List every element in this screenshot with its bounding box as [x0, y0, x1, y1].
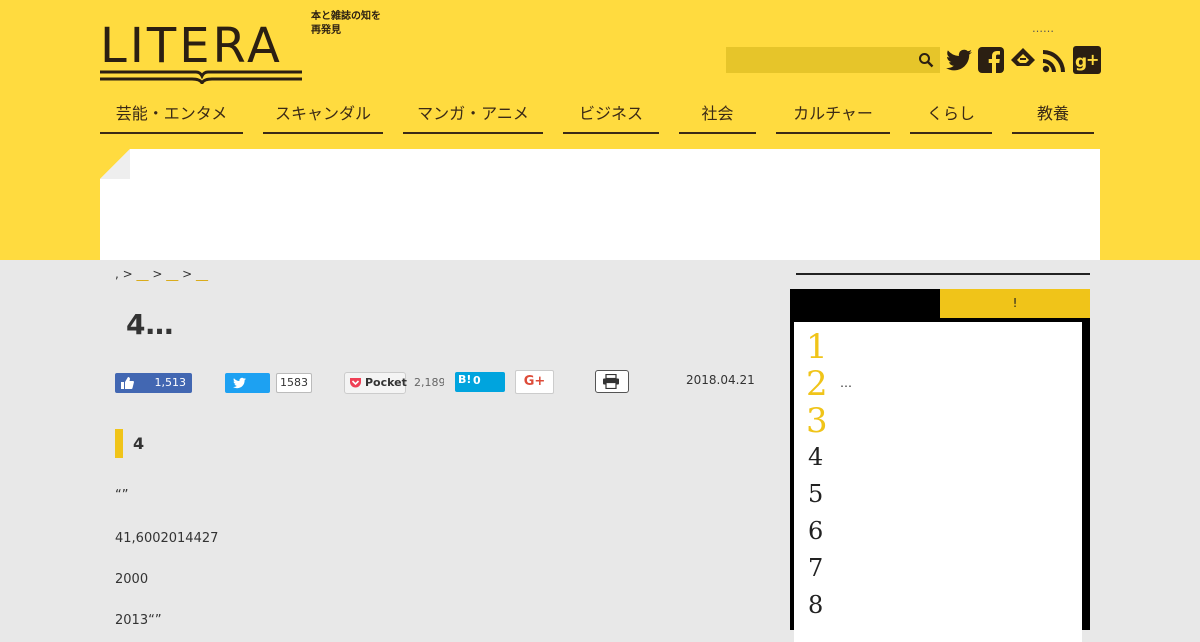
svg-text:+: + [1086, 50, 1099, 69]
article-paragraph: 41,6002014427 [115, 531, 219, 546]
sidebar-divider [796, 273, 1090, 275]
ranking-tab-primary[interactable] [790, 289, 940, 318]
printer-icon [603, 374, 619, 389]
article-paragraph: 2000 [115, 572, 149, 587]
rank-number: 5 [808, 480, 824, 508]
facebook-like-button[interactable]: 1,513 [115, 373, 192, 393]
publish-date: 2018.04.21 [686, 373, 755, 387]
rank-number: 7 [808, 554, 824, 582]
facebook-icon[interactable] [977, 46, 1005, 74]
breadcrumb-link[interactable]: __ [137, 267, 149, 281]
rank-number: 2 [806, 364, 828, 404]
search-input[interactable] [726, 47, 924, 73]
section-heading: 4 [115, 429, 144, 458]
ranking-tab-secondary[interactable]: ! [940, 289, 1090, 318]
google-plus-icon[interactable]: g + [1073, 46, 1101, 74]
article-paragraph: 2013“” [115, 613, 162, 628]
rank-number: 1 [806, 327, 828, 367]
feedly-icon[interactable] [1009, 46, 1037, 74]
article-paragraph: “” [115, 488, 129, 503]
pocket-icon [350, 378, 361, 388]
nav-item-scandal[interactable]: スキャンダル [263, 98, 383, 134]
hatena-bookmark-button[interactable]: B! 0 [455, 372, 505, 392]
rank-number: 8 [808, 591, 824, 619]
rank-number: 6 [808, 517, 824, 545]
rank-number: 4 [808, 443, 824, 471]
book-icon [100, 70, 302, 84]
breadcrumb: , > __ > __ > __ [115, 267, 208, 281]
logo-wordmark: LITERA [100, 18, 283, 74]
pocket-button[interactable]: Pocket [344, 372, 407, 394]
breadcrumb-link[interactable]: __ [196, 267, 208, 281]
search-box [726, 47, 940, 73]
hatena-count: 0 [473, 374, 481, 387]
header-links[interactable]: …… [1032, 22, 1054, 35]
thumbs-up-icon [121, 377, 134, 389]
nav-item-society[interactable]: 社会 [679, 98, 756, 134]
nav-item-lifestyle[interactable]: くらし [910, 98, 992, 134]
logo-tagline: 本と雑誌の知を再発見 [311, 11, 381, 36]
article-title: 4… [126, 308, 174, 341]
print-button[interactable] [595, 370, 629, 393]
tweet-button[interactable] [225, 373, 270, 393]
ranking-item-title[interactable]: … [840, 376, 852, 390]
pocket-label: Pocket [365, 376, 407, 389]
hatena-label: B! [458, 373, 472, 386]
page-fold-shadow [100, 149, 130, 179]
tweet-count: 1583 [276, 373, 312, 393]
breadcrumb-separator: > [152, 267, 163, 281]
breadcrumb-link[interactable]: __ [166, 267, 178, 281]
ranking-list: 1 2 3 4 5 6 7 8 … [794, 322, 1082, 642]
twitter-icon[interactable] [945, 46, 973, 74]
rss-icon[interactable] [1041, 46, 1069, 74]
nav-item-education[interactable]: 教養 [1012, 98, 1094, 134]
pocket-count: 2,189 [414, 376, 444, 389]
search-icon[interactable] [918, 52, 934, 68]
breadcrumb-separator: > [182, 267, 193, 281]
rank-number: 3 [806, 401, 828, 441]
ranking-panel: 1 2 3 4 5 6 7 8 … [790, 318, 1090, 642]
breadcrumb-home[interactable]: , [115, 267, 119, 281]
breadcrumb-separator: > [122, 267, 133, 281]
nav-item-culture[interactable]: カルチャー [776, 98, 890, 134]
nav-item-business[interactable]: ビジネス [563, 98, 659, 134]
article-column [100, 260, 780, 630]
site-logo[interactable]: LITERA 本と雑誌の知を再発見 [100, 11, 381, 88]
nav-item-entertainment[interactable]: 芸能・エンタメ [100, 98, 243, 134]
facebook-like-count: 1,513 [154, 376, 187, 389]
twitter-icon [233, 377, 246, 389]
google-plus-button[interactable]: G+ [515, 370, 554, 394]
nav-item-manga-anime[interactable]: マンガ・アニメ [403, 98, 543, 134]
